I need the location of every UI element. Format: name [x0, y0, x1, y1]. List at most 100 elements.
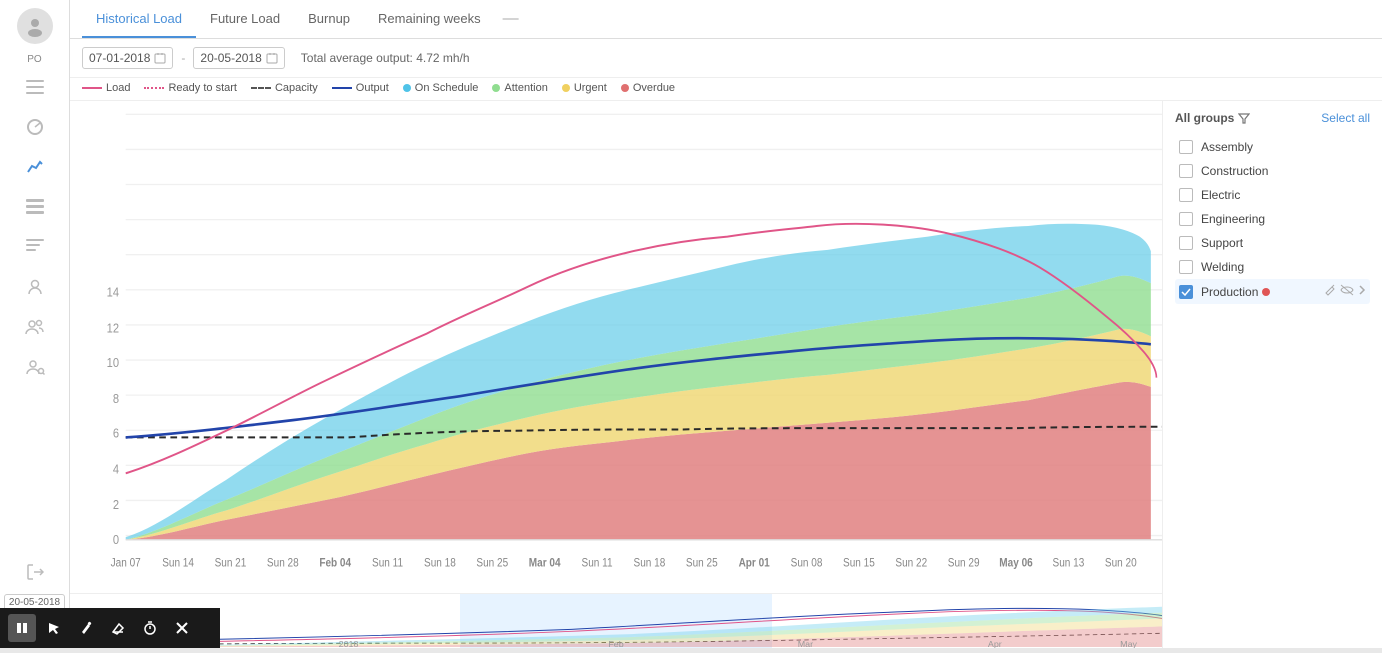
- legend-attention-label: Attention: [504, 82, 547, 94]
- tab-burnup[interactable]: Burnup: [294, 1, 364, 38]
- legend-on-schedule-dot: [403, 84, 411, 92]
- legend-capacity-label: Capacity: [275, 82, 318, 94]
- svg-text:May 06: May 06: [999, 557, 1032, 570]
- tab-historical-load[interactable]: Historical Load: [82, 1, 196, 38]
- avatar[interactable]: [17, 8, 53, 44]
- sidebar: PO 20-05-2018 Set Date: [0, 0, 70, 648]
- checkbox-production[interactable]: [1179, 285, 1193, 299]
- user-initials: PO: [27, 54, 41, 65]
- svg-text:Sun 18: Sun 18: [634, 557, 666, 570]
- select-all-button[interactable]: Select all: [1321, 111, 1370, 125]
- legend-overdue-dot: [621, 84, 629, 92]
- group-item-welding[interactable]: Welding: [1175, 255, 1370, 279]
- group-label-construction: Construction: [1201, 164, 1268, 178]
- group-item-support[interactable]: Support: [1175, 231, 1370, 255]
- svg-text:Sun 25: Sun 25: [476, 557, 508, 570]
- sidebar-item-gauge[interactable]: [15, 109, 55, 145]
- svg-text:12: 12: [107, 320, 120, 335]
- group-item-engineering[interactable]: Engineering: [1175, 207, 1370, 231]
- sidebar-item-list[interactable]: [15, 69, 55, 105]
- legend-output-label: Output: [356, 82, 389, 94]
- legend-ready: Ready to start: [144, 82, 236, 94]
- svg-text:0: 0: [113, 532, 119, 547]
- svg-text:2: 2: [113, 497, 119, 512]
- svg-text:Jan 07: Jan 07: [111, 557, 141, 570]
- checkbox-welding[interactable]: [1179, 260, 1193, 274]
- svg-text:Sun 22: Sun 22: [895, 557, 927, 570]
- date-separator: -: [181, 51, 185, 65]
- svg-text:Sun 28: Sun 28: [267, 557, 299, 570]
- legend-capacity-line: [251, 87, 271, 89]
- svg-text:Mar: Mar: [798, 640, 814, 648]
- sidebar-item-rows[interactable]: [15, 189, 55, 225]
- eraser-button[interactable]: [104, 614, 132, 642]
- legend-ready-label: Ready to start: [168, 82, 236, 94]
- tab-future-load[interactable]: Future Load: [196, 1, 294, 38]
- sidebar-item-chart[interactable]: [15, 149, 55, 185]
- legend-output: Output: [332, 82, 389, 94]
- checkbox-electric[interactable]: [1179, 188, 1193, 202]
- group-item-assembly[interactable]: Assembly: [1175, 135, 1370, 159]
- main-chart-svg: 0 2 4 6 8 10 12 14: [70, 101, 1162, 593]
- legend-load-line: [82, 87, 102, 89]
- sidebar-item-stack[interactable]: [15, 229, 55, 265]
- chevron-right-icon[interactable]: [1358, 284, 1366, 299]
- group-label-engineering: Engineering: [1201, 212, 1265, 226]
- svg-text:Sun 25: Sun 25: [686, 557, 718, 570]
- tab-remaining-weeks[interactable]: Remaining weeks: [364, 1, 495, 38]
- svg-text:May: May: [1120, 640, 1138, 648]
- date-from-value: 07-01-2018: [89, 51, 150, 65]
- legend-output-line: [332, 87, 352, 89]
- calendar-icon-to: [266, 52, 278, 64]
- svg-text:2018: 2018: [339, 640, 359, 648]
- svg-text:Sun 14: Sun 14: [162, 557, 194, 570]
- group-label-assembly: Assembly: [1201, 140, 1253, 154]
- checkbox-assembly[interactable]: [1179, 140, 1193, 154]
- mini-chart[interactable]: Dec 2018 Feb Mar Apr May: [70, 593, 1162, 648]
- legend-load-label: Load: [106, 82, 130, 94]
- group-item-construction[interactable]: Construction: [1175, 159, 1370, 183]
- group-label-electric: Electric: [1201, 188, 1240, 202]
- checkbox-support[interactable]: [1179, 236, 1193, 250]
- legend-overdue: Overdue: [621, 82, 675, 94]
- svg-text:Sun 08: Sun 08: [791, 557, 823, 570]
- sidebar-item-user[interactable]: [15, 269, 55, 305]
- eye-off-icon[interactable]: [1340, 284, 1354, 299]
- timer-button[interactable]: [136, 614, 164, 642]
- close-button[interactable]: [168, 614, 196, 642]
- checkbox-construction[interactable]: [1179, 164, 1193, 178]
- checkbox-engineering[interactable]: [1179, 212, 1193, 226]
- svg-text:Sun 18: Sun 18: [424, 557, 456, 570]
- legend-urgent-dot: [562, 84, 570, 92]
- pause-button[interactable]: [8, 614, 36, 642]
- pen-button[interactable]: [72, 614, 100, 642]
- svg-text:14: 14: [107, 285, 120, 300]
- sidebar-item-users[interactable]: [15, 309, 55, 345]
- chart-panel: Historical Load Future Load Burnup Remai…: [70, 0, 1382, 648]
- group-label-welding: Welding: [1201, 260, 1244, 274]
- legend-attention-dot: [492, 84, 500, 92]
- tabs-bar: Historical Load Future Load Burnup Remai…: [70, 0, 1382, 39]
- date-to-input[interactable]: 20-05-2018: [193, 47, 284, 69]
- cursor-button[interactable]: [40, 614, 68, 642]
- tab-more[interactable]: —: [495, 0, 527, 38]
- date-to-value: 20-05-2018: [200, 51, 261, 65]
- sidebar-item-logout[interactable]: [15, 554, 55, 590]
- filter-bar: 07-01-2018 - 20-05-2018 Total average ou…: [70, 39, 1382, 78]
- group-label-support: Support: [1201, 236, 1243, 250]
- date-from-input[interactable]: 07-01-2018: [82, 47, 173, 69]
- main-chart-wrapper[interactable]: 0 2 4 6 8 10 12 14: [70, 101, 1162, 593]
- group-item-electric[interactable]: Electric: [1175, 183, 1370, 207]
- production-dot: [1262, 288, 1270, 296]
- legend-urgent: Urgent: [562, 82, 607, 94]
- bottom-toolbar: [0, 608, 220, 648]
- edit-icon[interactable]: [1324, 284, 1336, 299]
- group-item-production[interactable]: Production: [1175, 279, 1370, 304]
- svg-text:10: 10: [107, 355, 120, 370]
- svg-text:Sun 15: Sun 15: [843, 557, 875, 570]
- mini-chart-svg: Dec 2018 Feb Mar Apr May: [70, 594, 1162, 648]
- legend-on-schedule: On Schedule: [403, 82, 479, 94]
- sidebar-item-search-user[interactable]: [15, 349, 55, 385]
- main-content: Historical Load Future Load Burnup Remai…: [70, 0, 1382, 648]
- legend-overdue-label: Overdue: [633, 82, 675, 94]
